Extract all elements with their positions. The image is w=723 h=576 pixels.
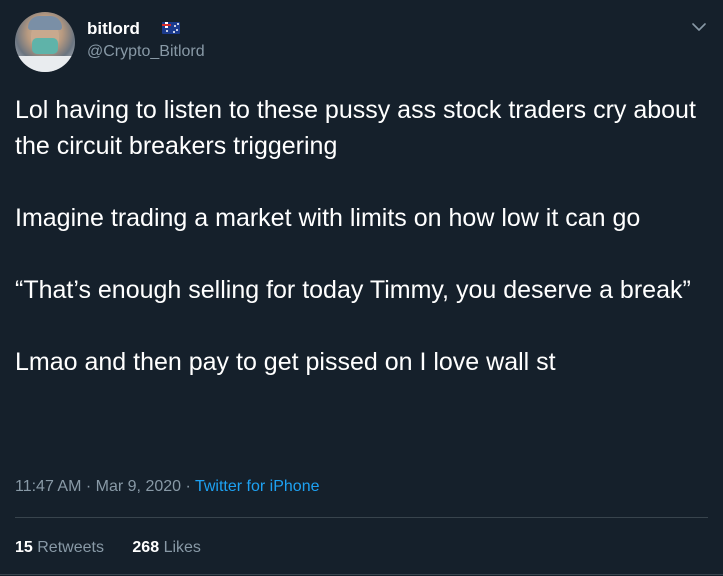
tweet-time[interactable]: 11:47 AM <box>15 478 81 495</box>
flag-star <box>177 23 179 25</box>
australia-flag-icon <box>162 22 180 34</box>
flag-star <box>166 30 168 32</box>
tweet-paragraph: Lol having to listen to these pussy ass … <box>15 96 696 160</box>
divider <box>15 517 708 518</box>
chevron-down-icon[interactable] <box>692 22 706 32</box>
likes-count: 268 <box>132 539 160 556</box>
retweets-count: 15 <box>15 539 33 556</box>
tweet-meta: 11:47 AM · Mar 9, 2020 · Twitter for iPh… <box>15 476 319 498</box>
tweet-text: Lol having to listen to these pussy ass … <box>15 92 715 416</box>
retweets-label: Retweets <box>37 539 104 556</box>
tweet-paragraph: “That’s enough selling for today Timmy, … <box>15 276 691 304</box>
avatar-shirt <box>17 56 73 72</box>
divider <box>0 574 723 575</box>
tweet-header: bitlord @Crypto_Bitlord <box>12 10 712 74</box>
tweet-card: bitlord @Crypto_Bitlord Lol having to li… <box>0 0 723 576</box>
avatar-face-mask <box>32 38 58 54</box>
tweet-date[interactable]: Mar 9, 2020 <box>96 478 181 495</box>
display-name[interactable]: bitlord <box>87 19 140 39</box>
avatar-surgical-cap <box>28 16 62 30</box>
meta-separator: · <box>85 478 92 495</box>
tweet-stats: 15 Retweets 268 Likes <box>15 537 225 559</box>
flag-star <box>173 31 175 33</box>
retweets-stat[interactable]: 15 Retweets <box>15 537 104 559</box>
avatar[interactable] <box>15 12 75 72</box>
tweet-paragraph: Imagine trading a market with limits on … <box>15 204 641 232</box>
tweet-paragraph: Lmao and then pay to get pissed on I lov… <box>15 348 556 376</box>
flag-star <box>174 25 176 27</box>
union-jack-canton <box>162 22 171 28</box>
meta-separator: · <box>185 478 191 495</box>
flag-star <box>176 29 178 31</box>
likes-stat[interactable]: 268 Likes <box>132 537 201 559</box>
tweet-source-link[interactable]: Twitter for iPhone <box>195 478 320 495</box>
likes-label: Likes <box>163 539 201 556</box>
user-handle[interactable]: @Crypto_Bitlord <box>87 42 205 62</box>
